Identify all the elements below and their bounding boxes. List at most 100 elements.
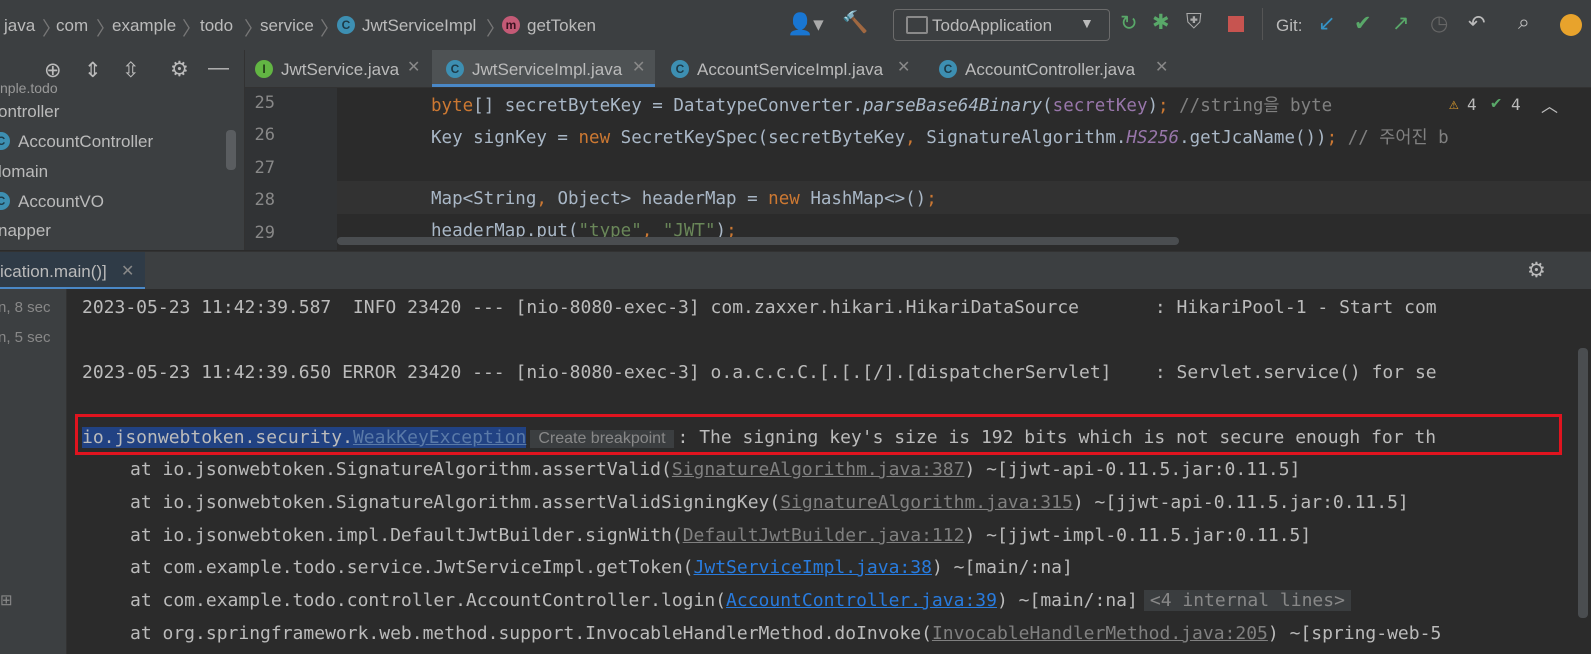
breadcrumb-separator: 〉 — [182, 19, 202, 40]
tab-jwtserviceimpl[interactable]: C JwtServiceImpl.java ✕ — [432, 50, 655, 87]
git-label: Git: — [1276, 16, 1303, 35]
console-scrollbar[interactable] — [1578, 348, 1588, 618]
ok-count: 4 — [1511, 95, 1521, 114]
breadcrumb-example[interactable]: example — [112, 16, 176, 36]
window-icon — [906, 16, 928, 34]
gear-icon[interactable]: ⚙ — [170, 57, 189, 82]
project-scrollbar[interactable] — [226, 130, 236, 170]
tree-item-mapper[interactable]: napper — [0, 221, 51, 241]
code-line-25: byte[] secretByteKey = DatatypeConverter… — [431, 96, 1333, 116]
ide-update-icon[interactable] — [1560, 14, 1582, 36]
class-icon: C — [671, 60, 689, 78]
tab-accountserviceimpl[interactable]: C AccountServiceImpl.java ✕ — [657, 50, 919, 87]
tree-item-accountvo[interactable]: AccountVO — [18, 192, 104, 212]
run-panel-header: ication.main()] ✕ ⚙ — [0, 251, 1591, 290]
tab-label: JwtServiceImpl.java — [472, 60, 623, 79]
stop-icon[interactable] — [1228, 16, 1244, 32]
breadcrumb-jwtserviceimpl[interactable]: JwtServiceImpl — [362, 16, 476, 36]
class-icon: C — [337, 16, 355, 34]
gear-icon[interactable]: ⚙ — [1527, 258, 1546, 283]
navigation-bar: java 〉 com 〉 example 〉 todo 〉 service 〉 … — [0, 0, 1591, 51]
breadcrumb-com[interactable]: com — [56, 16, 88, 36]
tree-item-accountcontroller[interactable]: AccountController — [18, 132, 153, 152]
class-icon: C — [446, 60, 464, 78]
breadcrumb-java[interactable]: java — [4, 16, 35, 36]
method-icon: m — [502, 16, 520, 34]
tab-jwtservice[interactable]: I JwtService.java ✕ — [245, 50, 430, 87]
close-icon[interactable]: ✕ — [407, 57, 420, 77]
coverage-icon[interactable]: ⛨ — [1186, 10, 1202, 34]
check-icon: ✔ — [1491, 93, 1502, 113]
line-number: 26 — [254, 125, 275, 145]
close-icon[interactable]: ✕ — [1155, 57, 1168, 77]
run-configuration-select[interactable]: TodoApplication ▼ — [893, 9, 1110, 41]
source-link[interactable]: JwtServiceImpl.java:38 — [694, 557, 932, 578]
hide-panel-icon[interactable]: — — [208, 56, 229, 80]
run-services-list: n, 8 sec n, 5 sec ⊞ — [0, 289, 67, 654]
breadcrumb-gettoken[interactable]: getToken — [527, 16, 596, 36]
run-tab[interactable]: ication.main()] ✕ — [0, 252, 145, 290]
run-configuration-label: TodoApplication — [932, 16, 1053, 35]
class-icon: C — [939, 60, 957, 78]
stack-trace-line: at io.jsonwebtoken.impl.DefaultJwtBuilde… — [130, 525, 1312, 546]
close-icon[interactable]: ✕ — [897, 57, 910, 77]
breadcrumb-service[interactable]: service — [260, 16, 314, 36]
source-link[interactable]: DefaultJwtBuilder.java:112 — [683, 525, 965, 546]
editor-gutter: 25 26 27 28 29 — [245, 88, 337, 250]
stack-trace-line: at org.springframework.web.method.suppor… — [130, 623, 1442, 644]
class-icon: C — [0, 192, 10, 210]
code-line-26: Key signKey = new SecretKeySpec(secretBy… — [431, 128, 1449, 148]
breadcrumb-separator: 〉 — [320, 19, 340, 40]
stack-trace-line: at io.jsonwebtoken.SignatureAlgorithm.as… — [130, 492, 1409, 513]
internal-lines-fold[interactable]: <4 internal lines> — [1143, 590, 1351, 611]
line-number: 25 — [254, 93, 275, 113]
interface-icon: I — [255, 60, 273, 78]
history-icon[interactable]: ◷ — [1430, 11, 1448, 36]
console-output[interactable]: 2023-05-23 11:42:39.587 INFO 23420 --- [… — [67, 289, 1591, 654]
rerun-icon[interactable]: ↻ — [1120, 11, 1138, 36]
git-commit-icon[interactable]: ✔ — [1354, 11, 1372, 36]
close-icon[interactable]: ✕ — [632, 57, 645, 77]
tree-item-controller[interactable]: ontroller — [0, 102, 59, 122]
collapse-all-icon[interactable]: ⇳ — [122, 58, 140, 83]
build-hammer-icon[interactable]: 🔨 — [842, 11, 868, 35]
expand-fold-icon[interactable]: ⊞ — [0, 591, 13, 609]
git-update-icon[interactable]: ↙ — [1318, 11, 1336, 36]
source-link[interactable]: InvocableHandlerMethod.java:205 — [932, 623, 1268, 644]
source-link[interactable]: SignatureAlgorithm.java:315 — [780, 492, 1073, 513]
tree-item-domain[interactable]: lomain — [0, 162, 48, 182]
code-line-28: Map<String, Object> headerMap = new Hash… — [431, 189, 937, 209]
class-icon: C — [0, 132, 10, 150]
editor-tab-bar: I JwtService.java ✕ C JwtServiceImpl.jav… — [245, 50, 1591, 88]
run-tab-label: ication.main()] — [0, 262, 107, 281]
tab-label: AccountController.java — [965, 60, 1136, 79]
inspection-widget[interactable]: ⚠ 4 ✔ 4 ︿ — [1441, 88, 1591, 118]
warning-icon: ⚠ — [1449, 94, 1459, 113]
tab-label: AccountServiceImpl.java — [697, 60, 884, 79]
stack-trace-line: at com.example.todo.service.JwtServiceIm… — [130, 557, 1073, 578]
code-editor[interactable]: byte[] secretByteKey = DatatypeConverter… — [337, 88, 1591, 250]
user-icon[interactable]: 👤▾ — [787, 12, 824, 37]
editor-horizontal-scrollbar[interactable] — [337, 237, 1179, 245]
git-push-icon[interactable]: ↗ — [1392, 11, 1410, 36]
tab-label: JwtService.java — [281, 60, 400, 79]
chevron-down-icon: ▼ — [1080, 15, 1094, 31]
project-panel: ⊕ ⇕ ⇳ ⚙ — nple.todo ontroller C AccountC… — [0, 50, 245, 250]
run-item[interactable]: n, 5 sec — [0, 329, 51, 346]
log-line-error: 2023-05-23 11:42:39.650 ERROR 23420 --- … — [82, 362, 1437, 383]
chevron-up-icon[interactable]: ︿ — [1541, 92, 1558, 117]
tree-item[interactable]: nple.todo — [0, 80, 58, 96]
stack-trace-line: at com.example.todo.controller.AccountCo… — [130, 590, 1351, 611]
stack-trace-line: at io.jsonwebtoken.SignatureAlgorithm.as… — [130, 459, 1301, 480]
source-link[interactable]: SignatureAlgorithm.java:387 — [672, 459, 965, 480]
rollback-icon[interactable]: ↶ — [1468, 11, 1486, 36]
tab-accountcontroller[interactable]: C AccountController.java ✕ — [925, 50, 1168, 87]
debug-bug-icon[interactable]: ✱ — [1152, 10, 1170, 35]
breadcrumb-todo[interactable]: todo — [200, 16, 233, 36]
source-link[interactable]: AccountController.java:39 — [726, 590, 997, 611]
close-icon[interactable]: ✕ — [121, 261, 134, 281]
run-item[interactable]: n, 8 sec — [0, 299, 51, 316]
search-icon[interactable]: ⌕ — [1518, 11, 1530, 35]
line-number: 27 — [254, 158, 275, 178]
expand-all-icon[interactable]: ⇕ — [84, 58, 102, 83]
